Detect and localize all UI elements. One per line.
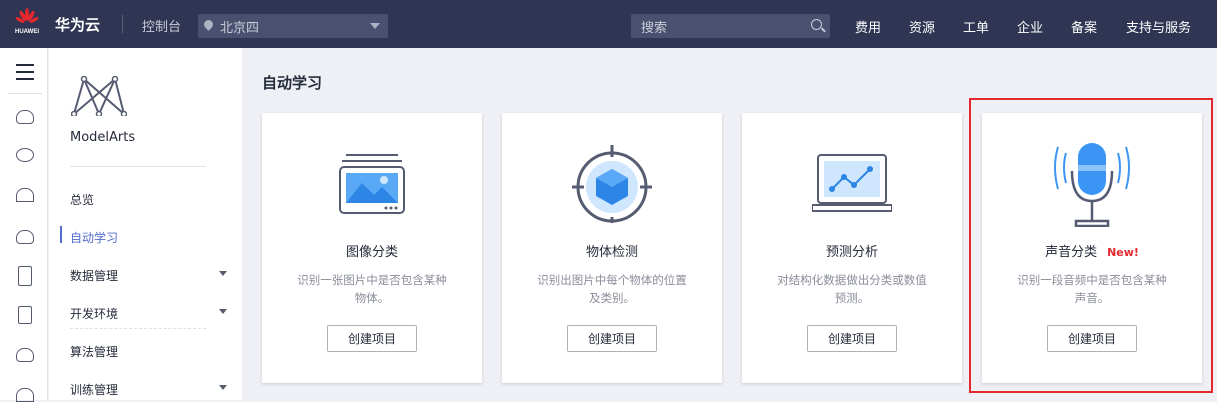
nav-resources[interactable]: 资源 [909, 17, 935, 36]
nav-tickets[interactable]: 工单 [963, 17, 989, 36]
card-description: 识别一张图片中是否包含某种物体。 [297, 273, 447, 305]
location-pin-icon [202, 18, 215, 31]
page-title: 自动学习 [262, 74, 323, 92]
sidebar-item-dev-environment[interactable]: 开发环境 [70, 305, 118, 322]
modelarts-icon[interactable] [16, 188, 34, 202]
cloud-server-icon[interactable] [16, 110, 34, 124]
caret-down-icon[interactable] [219, 271, 227, 280]
card-image-classification[interactable]: 图像分类 识别一张图片中是否包含某种物体。 创建项目 [262, 113, 482, 383]
copy-icon[interactable] [18, 306, 32, 324]
console-link[interactable]: 控制台 [142, 16, 181, 35]
search-input[interactable]: 搜索 [631, 14, 830, 38]
divider [122, 15, 123, 33]
card-title: 物体检测 [585, 245, 638, 260]
nav-filing[interactable]: 备案 [1071, 17, 1097, 36]
nav-billing[interactable]: 费用 [855, 17, 881, 36]
service-rail [0, 48, 48, 402]
huawei-flower-icon [15, 8, 39, 23]
sidebar-item-algorithm-management[interactable]: 算法管理 [70, 343, 118, 360]
logo-text: HUAWEI [15, 29, 39, 35]
card-title: 图像分类 [345, 245, 398, 260]
service-name: ModelArts [70, 130, 136, 145]
create-project-button[interactable]: 创建项目 [327, 325, 417, 352]
cloud-monitor-icon[interactable] [16, 348, 34, 362]
create-project-button[interactable]: 创建项目 [807, 325, 897, 352]
modelarts-logo-icon [71, 76, 127, 116]
create-project-button[interactable]: 创建项目 [567, 325, 657, 352]
sidebar-item-training-management[interactable]: 训练管理 [70, 381, 118, 398]
caret-down-icon[interactable] [219, 309, 227, 318]
nav-enterprise[interactable]: 企业 [1017, 17, 1043, 36]
sidebar-item-data-management[interactable]: 数据管理 [70, 267, 118, 284]
caret-down-icon [370, 23, 380, 34]
card-object-detection[interactable]: 物体检测 识别出图片中每个物体的位置及类别。 创建项目 [502, 113, 722, 383]
menu-icon[interactable] [16, 64, 34, 85]
divider [70, 166, 206, 167]
object-detection-icon [572, 145, 652, 223]
caret-down-icon[interactable] [219, 385, 227, 394]
sidebar-item-overview[interactable]: 总览 [70, 191, 94, 208]
highlight-box [969, 98, 1213, 393]
cluster-icon[interactable] [16, 148, 34, 162]
divider [8, 93, 42, 94]
card-predictive-analysis[interactable]: 预测分析 对结构化数据做出分类或数值预测。 创建项目 [742, 113, 962, 383]
region-select[interactable]: 北京四 [198, 14, 388, 38]
region-value: 北京四 [220, 21, 260, 36]
device-icon[interactable] [18, 266, 32, 286]
divider [70, 328, 206, 329]
predictive-analysis-icon [812, 154, 892, 212]
card-description: 对结构化数据做出分类或数值预测。 [777, 273, 927, 305]
storage-icon[interactable] [16, 230, 34, 244]
card-description: 识别出图片中每个物体的位置及类别。 [537, 273, 687, 305]
sidebar: ModelArts 总览 自动学习 数据管理 开发环境 算法管理 训练管理 [49, 48, 242, 400]
nav-support[interactable]: 支持与服务 [1126, 17, 1191, 36]
search-icon[interactable] [811, 19, 822, 30]
card-title: 预测分析 [825, 245, 878, 260]
image-classification-icon [339, 154, 405, 214]
top-header: HUAWEI 华为云 控制台 北京四 搜索 费用 资源 工单 企业 备案 支持与… [0, 0, 1217, 48]
sidebar-item-auto-learning[interactable]: 自动学习 [70, 229, 118, 246]
brand-name[interactable]: 华为云 [55, 14, 100, 35]
huawei-logo[interactable]: HUAWEI [12, 8, 42, 35]
active-indicator [60, 226, 62, 243]
search-placeholder: 搜索 [641, 21, 668, 36]
